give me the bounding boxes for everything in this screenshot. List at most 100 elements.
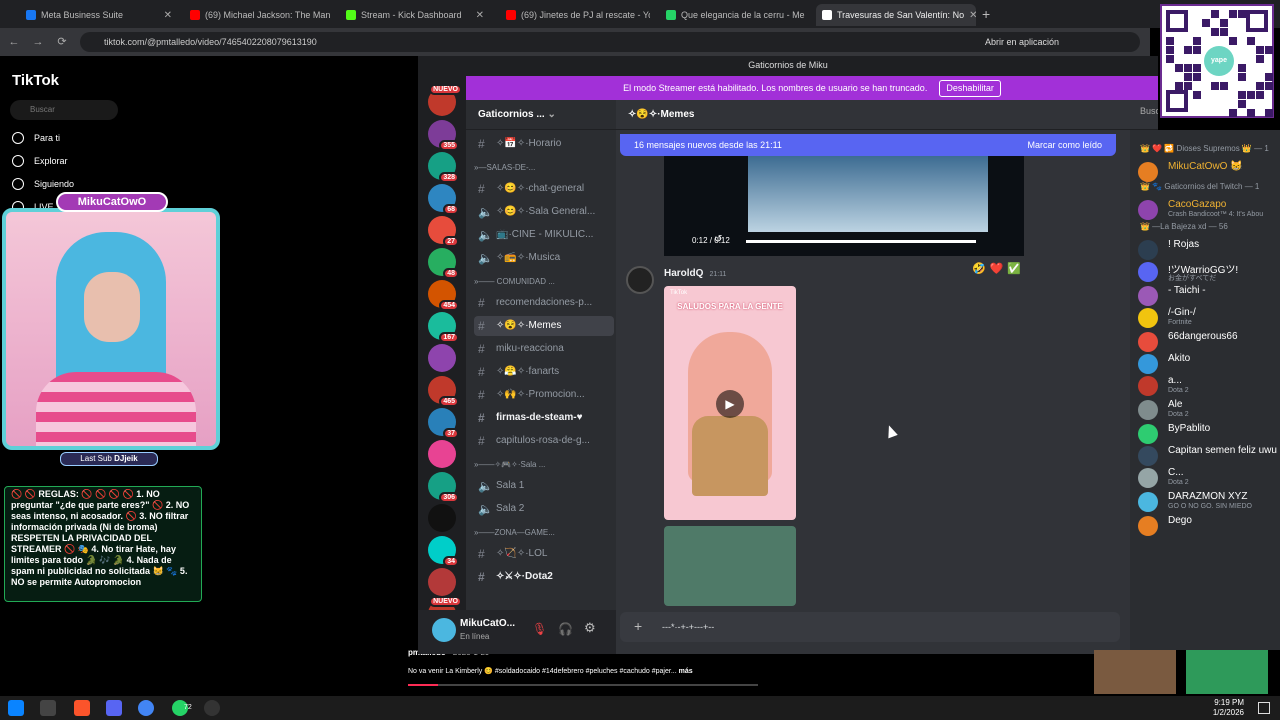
- server-icon[interactable]: 48: [428, 248, 459, 279]
- server-icon[interactable]: NUEVO: [428, 84, 462, 116]
- voice-channel[interactable]: 🔈 📺·CINE - MIKULIC...: [474, 225, 614, 245]
- server-icon[interactable]: 34: [428, 536, 459, 567]
- channel-category[interactable]: »——✧🎮✧·Sala ...: [474, 460, 545, 469]
- member-item[interactable]: 66dangerous66: [1136, 330, 1278, 352]
- message-input[interactable]: ---*·-+-+---+--: [620, 612, 1120, 642]
- text-channel[interactable]: # ✧🙌✧·Promocion...: [474, 385, 614, 405]
- play-icon[interactable]: ▶: [716, 390, 744, 418]
- text-channel[interactable]: # recomendaciones-p...: [474, 293, 614, 313]
- search-input[interactable]: Buscar: [10, 100, 118, 120]
- server-icon[interactable]: 465: [428, 376, 459, 407]
- video-progress[interactable]: [408, 684, 758, 686]
- member-item[interactable]: CacoGazapo Crash Bandicoot™ 4: It's Abou: [1136, 198, 1278, 220]
- member-item[interactable]: Dego: [1136, 514, 1278, 536]
- server-icon[interactable]: 27: [428, 216, 459, 247]
- close-icon[interactable]: ✕: [476, 10, 484, 21]
- mark-read-button[interactable]: Marcar como leído: [1027, 134, 1102, 156]
- discord-icon[interactable]: [106, 700, 122, 716]
- new-tab-button[interactable]: +: [982, 6, 990, 22]
- voice-channel[interactable]: 🔈 Sala 1: [474, 476, 614, 496]
- channel-category[interactable]: »—— COMUNIDAD ...: [474, 277, 555, 286]
- avatar[interactable]: [626, 266, 654, 294]
- tiktok-logo[interactable]: TikTok: [12, 72, 59, 89]
- avatar[interactable]: [432, 618, 456, 642]
- member-item[interactable]: Capitan semen feliz uwu: [1136, 444, 1278, 466]
- member-item[interactable]: ByPablito: [1136, 422, 1278, 444]
- message-reactions[interactable]: 🤣❤️✅: [972, 262, 1025, 275]
- compass-icon: [12, 155, 24, 167]
- server-icon[interactable]: [428, 344, 456, 372]
- server-icon[interactable]: 355: [428, 120, 459, 151]
- member-item[interactable]: Ale Dota 2: [1136, 398, 1278, 420]
- video-seekbar[interactable]: [746, 240, 976, 243]
- browser-tab[interactable]: Que elegancia de la cerru - Me✕: [660, 4, 810, 26]
- text-channel[interactable]: # ✧😊✧·chat-general: [474, 179, 614, 199]
- open-in-app-button[interactable]: Abrir en aplicación: [985, 37, 1059, 47]
- back-icon[interactable]: ←: [6, 34, 22, 50]
- more-link[interactable]: más: [679, 668, 693, 675]
- voice-channel[interactable]: 🔈 ✧😊✧·Sala General...: [474, 202, 614, 222]
- text-channel[interactable]: # ✧📅✧·Horario: [474, 134, 614, 154]
- member-item[interactable]: /-Gin-/Fortnite: [1136, 306, 1278, 328]
- nav-explore[interactable]: Explorar: [12, 155, 68, 167]
- server-icon[interactable]: 306: [428, 472, 459, 503]
- server-icon[interactable]: 454: [428, 280, 459, 311]
- member-item[interactable]: ! Rojas: [1136, 238, 1278, 260]
- obs-icon[interactable]: [204, 700, 220, 716]
- member-item[interactable]: C... Dota 2: [1136, 466, 1278, 488]
- text-channel[interactable]: # miku-reacciona: [474, 339, 614, 359]
- member-item[interactable]: a... Dota 2: [1136, 374, 1278, 396]
- nav-following[interactable]: Siguiendo: [12, 178, 74, 190]
- text-channel[interactable]: # firmas-de-steam-♥: [474, 408, 614, 428]
- notification-icon[interactable]: [1258, 702, 1270, 714]
- task-view-icon[interactable]: [40, 700, 56, 716]
- chrome-icon[interactable]: [138, 700, 154, 716]
- server-icon[interactable]: [428, 440, 456, 468]
- member-item[interactable]: - Taichi -: [1136, 284, 1278, 306]
- add-attachment-icon[interactable]: +: [634, 618, 642, 634]
- new-messages-bar[interactable]: 16 mensajes nuevos desde las 21:11 Marcar…: [620, 134, 1116, 156]
- user-status: En línea: [460, 632, 490, 641]
- browser-tab[interactable]: Travesuras de San Valentín: No ✕: [816, 4, 976, 26]
- nav-for-you[interactable]: Para ti: [12, 132, 60, 144]
- browser-tab[interactable]: (69) Jinetes de PJ al rescate - Yo✕: [500, 4, 650, 26]
- member-item[interactable]: !ツWarrioGGツ! お金がすべてだ: [1136, 260, 1278, 282]
- server-name[interactable]: Gaticornios ... ⌄: [466, 100, 616, 130]
- video-attachment[interactable]: ↺ 0:12 / 0:12: [664, 156, 1024, 256]
- reload-icon[interactable]: ⟳: [54, 34, 70, 50]
- tiktok-embed[interactable]: TikTok SALUDOS PARA LA GENTE ▶: [664, 286, 796, 520]
- url-input[interactable]: tiktok.com/@pmtalledo/video/746540220807…: [80, 32, 1140, 52]
- server-icon[interactable]: 328: [428, 152, 459, 183]
- close-icon[interactable]: ✕: [164, 10, 172, 21]
- text-channel[interactable]: # ✧😵✧·Memes: [474, 316, 614, 336]
- browser-tab[interactable]: Stream - Kick Dashboard ✕: [340, 4, 490, 26]
- disable-streamer-button[interactable]: Deshabilitar: [939, 80, 1001, 97]
- member-item[interactable]: Akito: [1136, 352, 1278, 374]
- member-item[interactable]: MikuCatOwO 😸: [1136, 160, 1278, 182]
- gear-icon[interactable]: ⚙: [584, 620, 596, 636]
- brave-icon[interactable]: [74, 700, 90, 716]
- close-icon[interactable]: ✕: [969, 10, 976, 21]
- text-channel[interactable]: # ✧😤✧·fanarts: [474, 362, 614, 382]
- forward-icon[interactable]: →: [30, 34, 46, 50]
- server-icon[interactable]: [428, 568, 456, 596]
- browser-tab[interactable]: Meta Business Suite ✕: [20, 4, 178, 26]
- member-item[interactable]: DARAZMON XYZ GO O NO GO. SIN MIEDO: [1136, 490, 1278, 512]
- voice-channel[interactable]: 🔈 Sala 2: [474, 499, 614, 519]
- text-channel[interactable]: # ✧⚔✧·Dota2: [474, 567, 614, 587]
- search-input[interactable]: Busc: [1140, 106, 1158, 116]
- text-channel[interactable]: # capitulos-rosa-de-g...: [474, 431, 614, 451]
- windows-start-icon[interactable]: [8, 700, 24, 716]
- voice-channel[interactable]: 🔈 ✧📻✧·Musica: [474, 248, 614, 268]
- headphones-icon[interactable]: 🎧: [558, 622, 573, 636]
- server-icon[interactable]: 37: [428, 408, 459, 439]
- mute-icon[interactable]: 🎙: [532, 622, 547, 636]
- channel-category[interactable]: »—SALAS-DE-...: [474, 163, 535, 172]
- browser-tab[interactable]: (69) Michael Jackson: The Man✕: [184, 4, 334, 26]
- server-icon[interactable]: 167: [428, 312, 459, 343]
- channel-category[interactable]: »——ZONA—GAME...: [474, 528, 555, 537]
- server-icon[interactable]: 68: [428, 184, 459, 215]
- text-channel[interactable]: # ✧🏹✧·LOL: [474, 544, 614, 564]
- server-icon[interactable]: [428, 504, 456, 532]
- image-attachment[interactable]: [664, 526, 796, 606]
